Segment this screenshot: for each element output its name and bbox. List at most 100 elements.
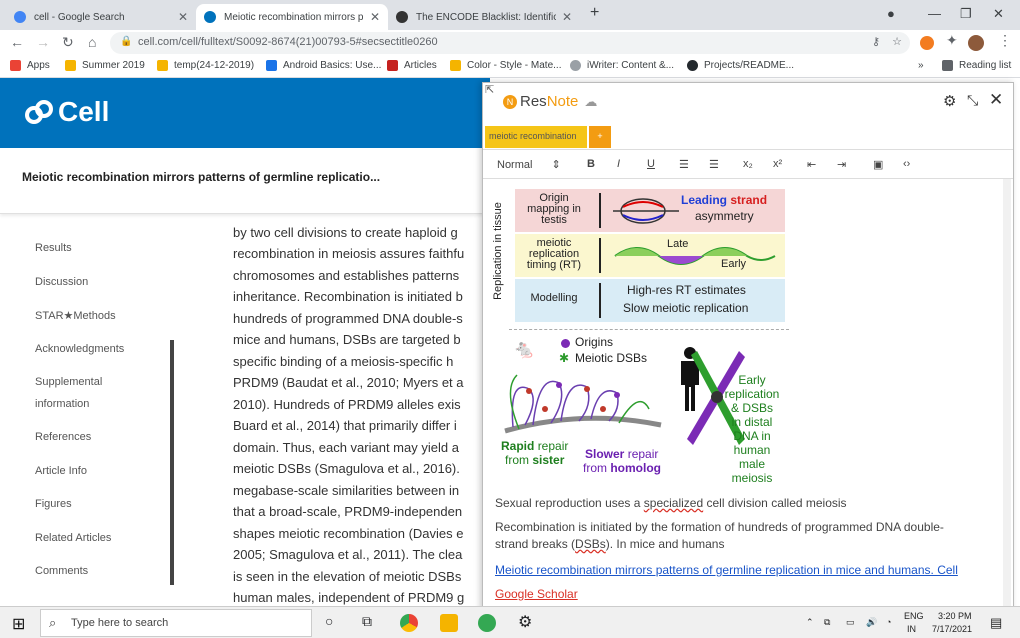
- notifications-icon[interactable]: ▤: [990, 615, 1002, 631]
- volume-icon[interactable]: 🔊: [866, 617, 877, 628]
- cortana-icon[interactable]: ○: [325, 613, 333, 629]
- reload-icon[interactable]: ↻: [62, 34, 74, 51]
- menu-icon[interactable]: ⋮: [998, 32, 1012, 49]
- sidebar-item-comments[interactable]: Comments: [35, 565, 88, 577]
- sidebar-item-supplemental[interactable]: Supplemental: [35, 376, 102, 388]
- sidebar-item-figures[interactable]: Figures: [35, 498, 72, 510]
- image-icon[interactable]: ▣: [873, 158, 883, 171]
- code-icon[interactable]: ‹›: [903, 158, 910, 170]
- bookmarks-overflow[interactable]: »: [918, 60, 924, 71]
- resize-handle-icon[interactable]: ⇱: [485, 83, 494, 96]
- format-select[interactable]: Normal ⇕: [497, 158, 561, 171]
- reference-link[interactable]: Meiotic recombination mirrors patterns o…: [495, 562, 990, 579]
- bookmark-projects[interactable]: Projects/README...: [687, 60, 794, 71]
- bookmark-temp[interactable]: temp(24-12-2019): [157, 60, 254, 71]
- sidebar-item-discussion[interactable]: Discussion: [35, 276, 88, 288]
- outdent-icon[interactable]: ⇤: [807, 158, 816, 171]
- tab-google-search[interactable]: cell - Google Search ✕: [6, 4, 196, 30]
- note-content[interactable]: Replication in tissue Origin mapping in …: [483, 179, 1001, 613]
- tab-strip: cell - Google Search ✕ Meiotic recombina…: [0, 0, 1020, 30]
- bookmark-android-basics[interactable]: Android Basics: Use...: [266, 60, 381, 71]
- superscript-icon[interactable]: x²: [773, 158, 782, 170]
- gear-icon[interactable]: ⚙: [943, 92, 956, 110]
- lock-icon: 🔒: [120, 36, 133, 47]
- clock-date[interactable]: 7/17/2021: [932, 624, 972, 634]
- minimize-icon[interactable]: —: [928, 6, 941, 21]
- bookmark-articles[interactable]: Articles: [387, 60, 437, 71]
- sidebar-item-related-articles[interactable]: Related Articles: [35, 532, 111, 544]
- new-tab-button[interactable]: +: [590, 4, 599, 22]
- wifi-icon[interactable]: ◔: [886, 617, 891, 627]
- bookmark-apps[interactable]: Apps: [10, 60, 50, 71]
- chrome-icon[interactable]: [400, 614, 418, 632]
- sidebar-item-information[interactable]: information: [35, 398, 89, 410]
- side-label-text: Replication in tissue: [492, 202, 504, 300]
- taskbar-search-input[interactable]: ⌕ Type here to search: [40, 609, 312, 637]
- tab-encode-blacklist[interactable]: The ENCODE Blacklist: Identificat… ✕: [388, 4, 580, 30]
- language-region-text[interactable]: IN: [907, 624, 916, 634]
- sidebar-item-results[interactable]: Results: [35, 242, 72, 254]
- ordered-list-icon[interactable]: ☰: [679, 158, 689, 171]
- puzzle-icon[interactable]: ✦: [946, 32, 958, 49]
- clock-time[interactable]: 3:20 PM: [938, 611, 972, 621]
- address-bar[interactable]: 🔒 cell.com/cell/fulltext/S0092-8674(21)0…: [110, 32, 910, 54]
- cell-logo[interactable]: Cell: [24, 96, 109, 128]
- back-icon[interactable]: ←: [10, 34, 24, 50]
- task-view-icon[interactable]: ⧉: [362, 613, 372, 630]
- key-icon[interactable]: ⚷: [872, 35, 880, 48]
- underline-icon[interactable]: U: [647, 158, 655, 170]
- bookmark-color-style[interactable]: Color - Style - Mate...: [450, 60, 561, 71]
- url-text: cell.com/cell/fulltext/S0092-8674(21)007…: [138, 36, 438, 48]
- tab-search-icon[interactable]: ●: [887, 6, 895, 21]
- file-explorer-icon[interactable]: [440, 614, 458, 632]
- app-icon[interactable]: [478, 614, 496, 632]
- format-toolbar: Normal ⇕ B I U ☰ ☰ x₂ x² ⇤ ⇥ ▣ ‹›: [483, 149, 1013, 179]
- home-icon[interactable]: ⌂: [88, 34, 96, 50]
- indent-icon[interactable]: ⇥: [837, 158, 846, 171]
- extension-icon[interactable]: [920, 36, 934, 50]
- sidebar-item-star-methods[interactable]: STAR★Methods: [35, 309, 116, 322]
- sidebar-item-acknowledgments[interactable]: Acknowledgments: [35, 343, 124, 355]
- windows-start-icon[interactable]: ⊞: [12, 614, 25, 634]
- rt-estimates-text: High-res RT estimates: [627, 283, 746, 297]
- google-icon: [14, 11, 26, 23]
- bookmark-summer-2019[interactable]: Summer 2019: [65, 60, 145, 71]
- close-icon[interactable]: ✕: [562, 10, 572, 24]
- rapid-text: Rapid: [501, 439, 535, 453]
- restore-icon[interactable]: ❐: [960, 6, 972, 22]
- battery-icon[interactable]: ▭: [846, 617, 855, 628]
- tab-meiotic-recombination[interactable]: meiotic recombination: [485, 126, 587, 148]
- language-text[interactable]: ENG: [904, 611, 924, 621]
- italic-icon[interactable]: I: [617, 158, 620, 170]
- bookmark-iwriter[interactable]: iWriter: Content &...: [570, 60, 674, 71]
- sidebar-scrollbar[interactable]: [170, 340, 174, 585]
- avatar[interactable]: [968, 35, 984, 51]
- google-scholar-link[interactable]: Google Scholar: [495, 586, 990, 603]
- forward-icon[interactable]: →: [36, 34, 50, 50]
- bullet-list-icon[interactable]: ☰: [709, 158, 719, 171]
- search-placeholder: Type here to search: [71, 617, 169, 629]
- star-icon[interactable]: ☆: [892, 35, 902, 48]
- note-scrollbar[interactable]: [1003, 179, 1011, 613]
- settings-gear-icon[interactable]: ⚙: [518, 612, 532, 632]
- close-icon[interactable]: ✕: [370, 10, 380, 24]
- close-window-icon[interactable]: ✕: [993, 6, 1004, 22]
- network-icon[interactable]: ⧉: [824, 617, 830, 628]
- article-title: Meiotic recombination mirrors patterns o…: [22, 170, 381, 184]
- close-icon[interactable]: ✕: [989, 90, 1003, 110]
- reading-list[interactable]: Reading list: [942, 60, 1011, 71]
- encode-favicon-icon: [396, 11, 408, 23]
- divider: [599, 193, 601, 228]
- tab-cell-article[interactable]: Meiotic recombination mirrors p… ✕: [196, 4, 388, 30]
- close-icon[interactable]: ✕: [178, 10, 188, 24]
- bold-icon[interactable]: B: [587, 158, 595, 170]
- show-hidden-icon[interactable]: ⌃: [806, 617, 814, 628]
- cell-favicon-icon: [204, 11, 216, 23]
- sidebar-item-article-info[interactable]: Article Info: [35, 465, 87, 477]
- collapse-icon[interactable]: ⤡: [967, 92, 978, 109]
- resnote-badge-icon: N: [503, 94, 517, 109]
- add-tab-button[interactable]: +: [589, 126, 611, 148]
- body-line: specific binding of a meiosis-specific h: [233, 354, 454, 369]
- sidebar-item-references[interactable]: References: [35, 431, 91, 443]
- subscript-icon[interactable]: x₂: [743, 158, 753, 170]
